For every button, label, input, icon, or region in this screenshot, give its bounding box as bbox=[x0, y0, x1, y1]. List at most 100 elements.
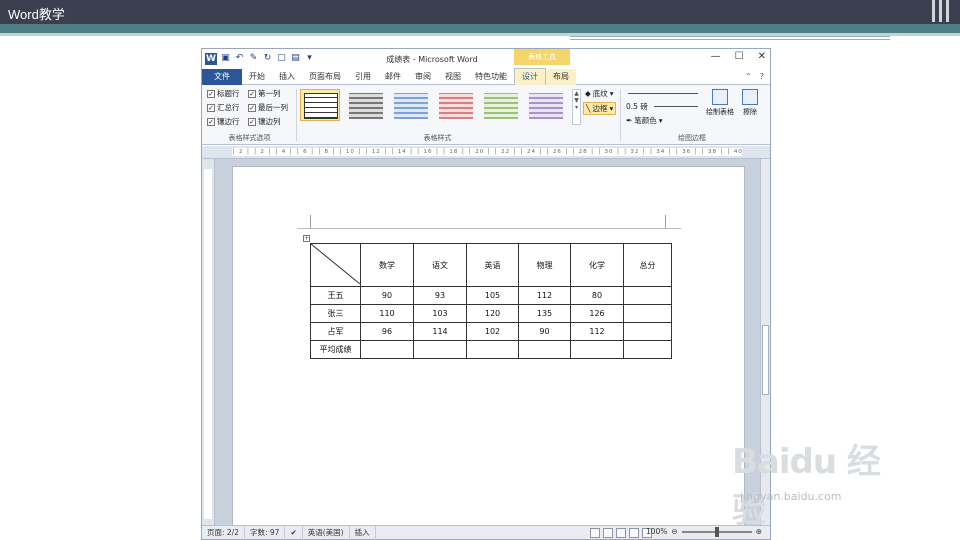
customize-qat-icon[interactable]: ▾ bbox=[304, 53, 315, 64]
table-cell[interactable] bbox=[623, 286, 672, 305]
vertical-ruler[interactable] bbox=[202, 159, 215, 527]
tab-view[interactable]: 视图 bbox=[438, 69, 468, 85]
tab-design[interactable]: 设计 bbox=[514, 68, 546, 85]
eraser-button[interactable]: 擦除 bbox=[732, 89, 768, 117]
table-style-red[interactable] bbox=[435, 89, 475, 121]
table-cell[interactable]: 80 bbox=[570, 286, 624, 305]
header-cell[interactable]: 化学 bbox=[570, 243, 624, 287]
word-logo-icon[interactable]: W bbox=[205, 53, 217, 65]
pen-color-button[interactable]: ✒ 笔颜色 ▾ bbox=[626, 115, 663, 126]
line-weight-selector[interactable]: 0.5 磅 bbox=[626, 101, 648, 112]
checkbox-icon[interactable]: ✓ bbox=[248, 103, 256, 112]
table-cell[interactable]: 114 bbox=[413, 322, 467, 341]
horizontal-ruler[interactable]: │ 2 │ │ 2 │ │ 4 │ │ 6 │ │ 8 │ │ 10 │ │ 1… bbox=[202, 146, 770, 159]
zoom-slider-knob[interactable] bbox=[714, 526, 719, 537]
proofing-icon[interactable]: ✔ bbox=[285, 525, 303, 540]
option-header-row[interactable]: ✓ 标题行 bbox=[207, 88, 240, 99]
table-cell[interactable]: 112 bbox=[518, 286, 571, 305]
page-count[interactable]: 页面: 2/2 bbox=[202, 525, 245, 540]
table-cell[interactable]: 96 bbox=[360, 322, 414, 341]
table-cell[interactable]: 平均成绩 bbox=[310, 340, 361, 359]
diagonal-header-cell[interactable] bbox=[310, 243, 361, 287]
table-cell[interactable]: 103 bbox=[413, 304, 467, 323]
zoom-level[interactable]: 100% bbox=[646, 527, 667, 536]
table-cell[interactable]: 135 bbox=[518, 304, 571, 323]
styles-gallery-scroll[interactable]: ▲ ▼ ▾ bbox=[572, 89, 581, 125]
full-screen-view-icon[interactable] bbox=[603, 528, 613, 538]
tab-layout[interactable]: 布局 bbox=[546, 68, 576, 85]
outline-view-icon[interactable] bbox=[629, 528, 639, 538]
tab-file[interactable]: 文件 bbox=[202, 68, 242, 85]
undo-icon[interactable]: ↶ bbox=[234, 53, 245, 64]
new-doc-icon[interactable]: ▢ bbox=[276, 53, 287, 64]
option-last-column[interactable]: ✓ 最后一列 bbox=[248, 102, 288, 113]
table-cell[interactable]: 112 bbox=[570, 322, 624, 341]
grade-table[interactable]: 数学 语文 英语 物理 化学 总分 王五 90 93 105 112 80 张三… bbox=[310, 243, 672, 359]
table-cell[interactable]: 90 bbox=[518, 322, 571, 341]
shading-button[interactable]: ◆ 底纹 ▾ bbox=[585, 88, 614, 99]
table-cell[interactable] bbox=[570, 340, 624, 359]
format-painter-icon[interactable]: ✎ bbox=[248, 53, 259, 64]
table-cell[interactable]: 105 bbox=[466, 286, 519, 305]
table-cell[interactable]: 王五 bbox=[310, 286, 361, 305]
insert-mode[interactable]: 插入 bbox=[350, 525, 376, 540]
checkbox-icon[interactable]: ✓ bbox=[207, 103, 215, 112]
table-cell[interactable] bbox=[623, 322, 672, 341]
table-cell[interactable]: 张三 bbox=[310, 304, 361, 323]
minimize-button[interactable]: — bbox=[711, 51, 721, 62]
table-style-gray[interactable] bbox=[345, 89, 385, 121]
table-cell[interactable] bbox=[413, 340, 467, 359]
option-banded-rows[interactable]: ✓ 镶边行 bbox=[207, 116, 240, 127]
table-style-purple[interactable] bbox=[525, 89, 565, 121]
table-cell[interactable]: 126 bbox=[570, 304, 624, 323]
header-cell[interactable]: 总分 bbox=[623, 243, 672, 287]
table-cell[interactable]: 120 bbox=[466, 304, 519, 323]
table-style-green[interactable] bbox=[480, 89, 520, 121]
language-indicator[interactable]: 英语(美国) bbox=[303, 525, 350, 540]
table-cell[interactable] bbox=[360, 340, 414, 359]
table-cell[interactable]: 占军 bbox=[310, 322, 361, 341]
checkbox-icon[interactable]: ✓ bbox=[248, 117, 256, 126]
header-cell[interactable]: 语文 bbox=[413, 243, 467, 287]
zoom-out-icon[interactable]: ⊖ bbox=[671, 527, 677, 536]
table-cell[interactable]: 93 bbox=[413, 286, 467, 305]
table-cell[interactable]: 102 bbox=[466, 322, 519, 341]
tab-special-features[interactable]: 特色功能 bbox=[468, 69, 514, 85]
header-cell[interactable]: 数学 bbox=[360, 243, 414, 287]
table-style-grid-dark[interactable] bbox=[300, 89, 340, 121]
tab-page-layout[interactable]: 页面布局 bbox=[302, 69, 348, 85]
word-count[interactable]: 字数: 97 bbox=[245, 525, 286, 540]
close-button[interactable]: ✕ bbox=[758, 51, 766, 62]
tab-references[interactable]: 引用 bbox=[348, 69, 378, 85]
web-layout-view-icon[interactable] bbox=[616, 528, 626, 538]
tab-insert[interactable]: 插入 bbox=[272, 69, 302, 85]
table-cell[interactable] bbox=[466, 340, 519, 359]
table-cell[interactable] bbox=[623, 304, 672, 323]
scrollbar-thumb[interactable] bbox=[762, 325, 769, 395]
print-preview-icon[interactable]: ▤ bbox=[290, 53, 301, 64]
table-style-blue[interactable] bbox=[390, 89, 430, 121]
document-page[interactable]: + 数学 语文 英语 物理 化学 总分 王五 90 93 105 112 80 … bbox=[232, 166, 745, 527]
line-style-selector[interactable] bbox=[628, 93, 698, 94]
tab-review[interactable]: 审阅 bbox=[408, 69, 438, 85]
option-banded-columns[interactable]: ✓ 镶边列 bbox=[248, 116, 281, 127]
print-layout-view-icon[interactable] bbox=[590, 528, 600, 538]
redo-icon[interactable]: ↻ bbox=[262, 53, 273, 64]
table-cell[interactable]: 110 bbox=[360, 304, 414, 323]
save-icon[interactable]: ▣ bbox=[220, 53, 231, 64]
table-cell[interactable]: 90 bbox=[360, 286, 414, 305]
tab-mailings[interactable]: 邮件 bbox=[378, 69, 408, 85]
header-cell[interactable]: 物理 bbox=[518, 243, 571, 287]
header-cell[interactable]: 英语 bbox=[466, 243, 519, 287]
help-icon[interactable]: ? bbox=[760, 72, 764, 81]
option-first-column[interactable]: ✓ 第一列 bbox=[248, 88, 281, 99]
table-cell[interactable] bbox=[623, 340, 672, 359]
checkbox-icon[interactable]: ✓ bbox=[248, 89, 256, 98]
borders-button[interactable]: ╲ 边框 ▾ bbox=[583, 102, 617, 115]
table-move-handle-icon[interactable]: + bbox=[303, 235, 310, 242]
option-total-row[interactable]: ✓ 汇总行 bbox=[207, 102, 240, 113]
table-cell[interactable] bbox=[518, 340, 571, 359]
maximize-button[interactable]: ☐ bbox=[735, 51, 744, 62]
collapse-ribbon-icon[interactable]: ⌃ bbox=[745, 72, 752, 81]
tab-home[interactable]: 开始 bbox=[242, 69, 272, 85]
